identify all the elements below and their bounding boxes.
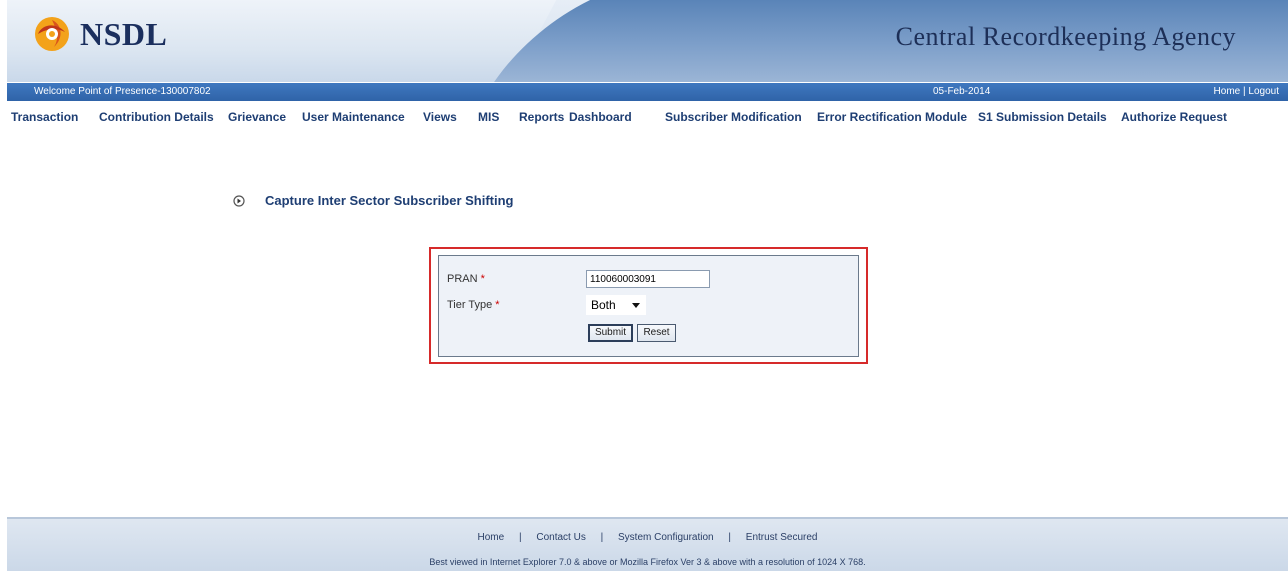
info-bar: Welcome Point of Presence-130007802 05-F… — [7, 83, 1288, 101]
footer: Home | Contact Us | System Configuration… — [7, 517, 1288, 571]
current-date: 05-Feb-2014 — [933, 86, 991, 97]
footer-link-system-configuration[interactable]: System Configuration — [618, 532, 714, 543]
footer-link-contact-us[interactable]: Contact Us — [536, 532, 585, 543]
menu-item-grievance[interactable]: Grievance — [228, 110, 286, 124]
menu-item-contribution-details[interactable]: Contribution Details — [99, 110, 214, 124]
menu-item-s1-submission-details[interactable]: S1 Submission Details — [978, 110, 1107, 124]
nsdl-emblem-icon — [35, 17, 69, 51]
submit-button[interactable]: Submit — [588, 324, 633, 342]
menu-item-views[interactable]: Views — [423, 110, 457, 124]
browser-note: Best viewed in Internet Explorer 7.0 & a… — [429, 557, 866, 567]
pran-label-text: PRAN — [447, 273, 478, 285]
menu-item-error-rectification-module[interactable]: Error Rectification Module — [817, 110, 967, 124]
page-heading: Capture Inter Sector Subscriber Shifting — [233, 193, 514, 208]
main-menu: Transaction Contribution Details Grievan… — [0, 104, 1288, 132]
menu-item-user-maintenance[interactable]: User Maintenance — [302, 110, 405, 124]
menu-item-dashboard[interactable]: Dashboard — [569, 110, 632, 124]
pran-label: PRAN * — [447, 273, 485, 285]
tier-type-select[interactable]: Both — [586, 295, 646, 315]
nsdl-logo: NSDL — [32, 14, 167, 54]
menu-item-reports[interactable]: Reports — [519, 110, 564, 124]
footer-links: Home | Contact Us | System Configuration… — [7, 532, 1288, 543]
pran-input[interactable] — [586, 270, 710, 288]
welcome-text: Welcome Point of Presence-130007802 — [34, 86, 211, 97]
page-title: Capture Inter Sector Subscriber Shifting — [265, 193, 514, 208]
tier-type-label-text: Tier Type — [447, 299, 493, 311]
home-link[interactable]: Home — [1214, 86, 1241, 97]
tier-type-label: Tier Type * — [447, 299, 500, 311]
chevron-down-icon[interactable] — [632, 303, 640, 308]
footer-separator: | — [518, 532, 522, 543]
footer-link-entrust-secured[interactable]: Entrust Secured — [746, 532, 818, 543]
reset-button[interactable]: Reset — [637, 324, 676, 342]
logo-text: NSDL — [80, 15, 168, 52]
menu-item-transaction[interactable]: Transaction — [11, 110, 78, 124]
menu-item-authorize-request[interactable]: Authorize Request — [1121, 110, 1227, 124]
link-separator: | — [1243, 86, 1246, 97]
required-marker: * — [495, 299, 500, 311]
account-links: Home | Logout — [1214, 83, 1279, 101]
menu-item-mis[interactable]: MIS — [478, 110, 499, 124]
logout-link[interactable]: Logout — [1248, 86, 1279, 97]
agency-title: Central Recordkeeping Agency — [895, 22, 1236, 51]
circle-arrow-icon — [233, 194, 245, 207]
footer-separator: | — [600, 532, 604, 543]
footer-separator: | — [728, 532, 731, 543]
required-marker: * — [480, 273, 485, 285]
menu-item-subscriber-modification[interactable]: Subscriber Modification — [665, 110, 802, 124]
footer-link-home[interactable]: Home — [478, 532, 505, 543]
header-banner: NSDL Central Recordkeeping Agency — [7, 0, 1288, 82]
tier-type-value: Both — [591, 298, 616, 312]
